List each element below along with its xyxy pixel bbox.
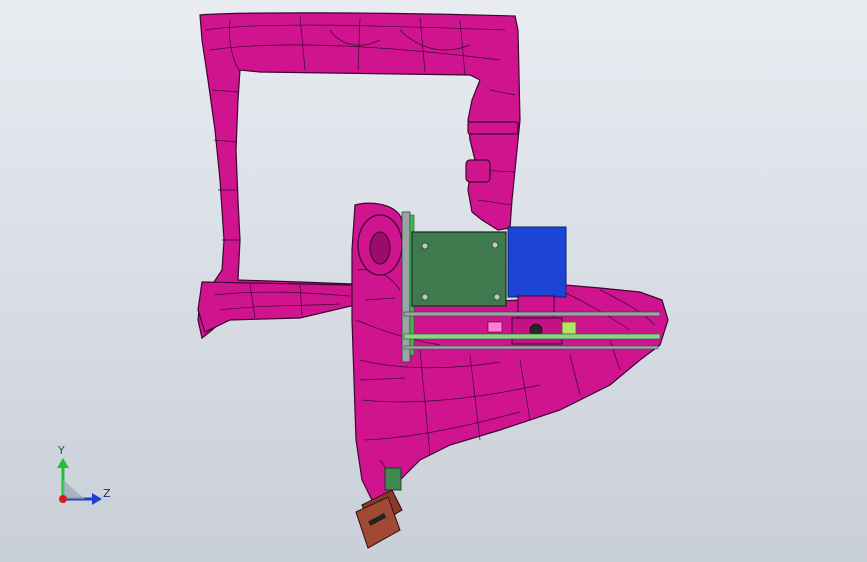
blue-block bbox=[507, 226, 567, 298]
triad-plane bbox=[63, 480, 85, 499]
upper-frame-foot bbox=[197, 281, 356, 333]
board-screw-4 bbox=[493, 293, 501, 301]
sensor-block-2 bbox=[487, 321, 503, 333]
triad-z-arrow bbox=[92, 493, 102, 505]
rail-horizontal-lower bbox=[403, 345, 659, 350]
rail-horizontal-top bbox=[403, 311, 661, 317]
frame-clamp-2 bbox=[465, 159, 491, 183]
board-screw-3 bbox=[421, 293, 429, 301]
motor-block bbox=[517, 295, 555, 321]
rail-horizontal-bottom bbox=[403, 333, 661, 340]
bottom-bracket bbox=[355, 489, 403, 549]
triad-x-origin bbox=[59, 495, 67, 503]
model-canvas[interactable]: Y Z bbox=[0, 0, 867, 562]
sensor-block bbox=[561, 321, 577, 335]
coordinate-triad: Y Z bbox=[57, 444, 111, 505]
triad-y-arrow bbox=[57, 458, 69, 468]
board-screw-1 bbox=[421, 242, 429, 250]
cad-viewport[interactable]: Y Z bbox=[0, 0, 867, 562]
arm-hook-hole bbox=[369, 231, 391, 265]
board-screw-2 bbox=[491, 241, 499, 249]
triad-y-label: Y bbox=[57, 444, 65, 457]
triad-z-label: Z bbox=[103, 487, 111, 500]
rail-left bbox=[401, 211, 411, 363]
bracket-green-part bbox=[384, 467, 402, 491]
frame-clamp bbox=[467, 121, 519, 135]
